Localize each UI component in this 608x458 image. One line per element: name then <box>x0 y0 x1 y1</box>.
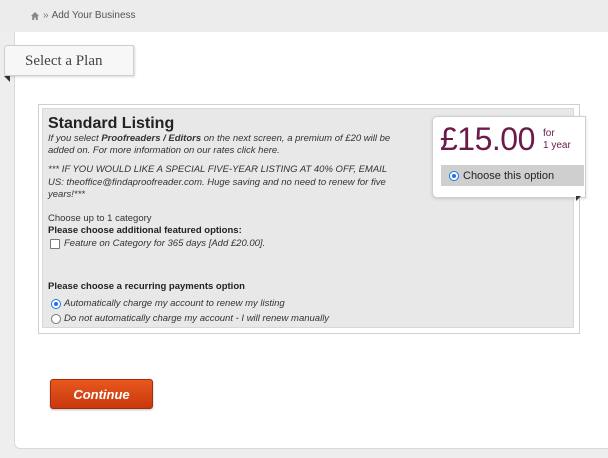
plan-period: for 1 year <box>543 128 571 152</box>
recurring-manual-label[interactable]: Do not automatically charge my account -… <box>64 313 329 324</box>
plan-price: £15.00 <box>440 121 535 157</box>
choose-option-radio[interactable] <box>449 170 459 181</box>
breadcrumb: » Add Your Business <box>30 10 136 21</box>
choose-option-label[interactable]: Choose this option <box>463 170 554 182</box>
recurring-option-manual[interactable]: Do not automatically charge my account -… <box>51 313 329 324</box>
continue-button[interactable]: Continue <box>50 379 153 409</box>
plan-title: Standard Listing <box>48 115 175 132</box>
choose-this-option[interactable]: Choose this option <box>441 165 584 186</box>
price-box-fold-corner <box>576 196 581 201</box>
choose-category-text: Choose up to 1 category <box>48 213 152 224</box>
featured-option-row[interactable]: Feature on Category for 365 days [Add £2… <box>50 238 265 249</box>
featured-option-label[interactable]: Feature on Category for 365 days [Add £2… <box>64 238 265 249</box>
tab-fold-corner <box>4 76 10 82</box>
plan-desc-bold: Proofreaders / Editors <box>101 133 202 144</box>
recurring-auto-label[interactable]: Automatically charge my account to renew… <box>64 298 285 309</box>
plan-period-line2: 1 year <box>543 140 571 151</box>
featured-option-checkbox[interactable] <box>50 238 60 249</box>
rates-link[interactable]: here <box>258 145 277 156</box>
recurring-auto-radio[interactable] <box>51 298 61 309</box>
five-year-note: *** IF YOU WOULD LIKE A SPECIAL FIVE-YEA… <box>48 164 387 200</box>
plan-period-line1: for <box>543 128 555 139</box>
featured-options-heading: Please choose additional featured option… <box>48 225 242 236</box>
plan-description: If you select Proofreaders / Editors on … <box>48 133 418 157</box>
breadcrumb-current[interactable]: Add Your Business <box>52 10 136 21</box>
recurring-manual-radio[interactable] <box>51 313 61 324</box>
plan-desc-suffix: . <box>277 145 280 156</box>
plan-desc-prefix: If you select <box>48 133 102 144</box>
recurring-payments-heading: Please choose a recurring payments optio… <box>48 281 245 292</box>
recurring-option-auto[interactable]: Automatically charge my account to renew… <box>51 298 285 309</box>
home-icon[interactable] <box>30 11 40 21</box>
top-bar: » Add Your Business <box>0 0 608 32</box>
breadcrumb-separator: » <box>43 10 49 21</box>
tab-select-plan: Select a Plan <box>4 45 134 76</box>
